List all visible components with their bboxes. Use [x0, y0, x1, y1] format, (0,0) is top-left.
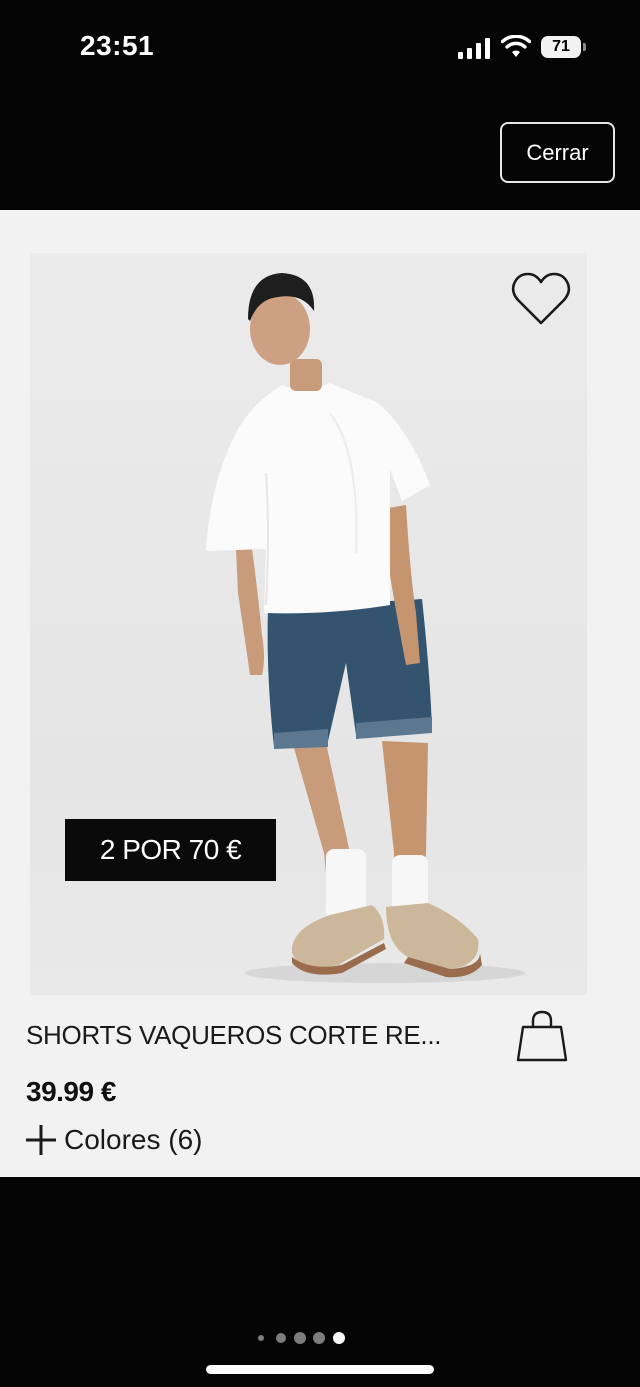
screen: 23:51 71 Cerrar 2 POR 70 € SHORTS VAQUER… — [0, 0, 640, 1387]
page-dot-2[interactable] — [276, 1333, 286, 1343]
product-name[interactable]: SHORTS VAQUEROS CORTE RE... — [26, 1020, 496, 1051]
wifi-icon — [501, 35, 531, 57]
shopping-bag-icon[interactable] — [514, 1008, 570, 1064]
page-dots[interactable] — [255, 1330, 355, 1346]
page-dot-3[interactable] — [294, 1332, 306, 1344]
heart-icon[interactable] — [510, 269, 572, 329]
battery-nub — [583, 43, 586, 51]
product-price: 39.99 € — [26, 1076, 116, 1107]
product-image[interactable]: 2 POR 70 € — [30, 253, 587, 995]
plus-icon — [26, 1125, 56, 1155]
status-time: 23:51 — [80, 30, 155, 61]
colors-label: Colores (6) — [64, 1124, 203, 1155]
battery-icon: 71 — [541, 36, 581, 58]
signal-icon — [458, 38, 490, 59]
product-photo — [206, 273, 525, 983]
colors-button[interactable]: Colores (6) — [24, 1120, 202, 1160]
page-dot-1[interactable] — [258, 1335, 264, 1341]
product-card[interactable]: 2 POR 70 € SHORTS VAQUEROS CORTE RE... 3… — [0, 210, 640, 1177]
page-dot-4[interactable] — [313, 1332, 325, 1344]
close-button[interactable]: Cerrar — [500, 122, 615, 183]
home-indicator[interactable] — [206, 1365, 434, 1374]
status-bar: 23:51 71 — [0, 0, 640, 96]
page-dot-5[interactable] — [333, 1332, 345, 1344]
promo-badge: 2 POR 70 € — [65, 819, 276, 881]
